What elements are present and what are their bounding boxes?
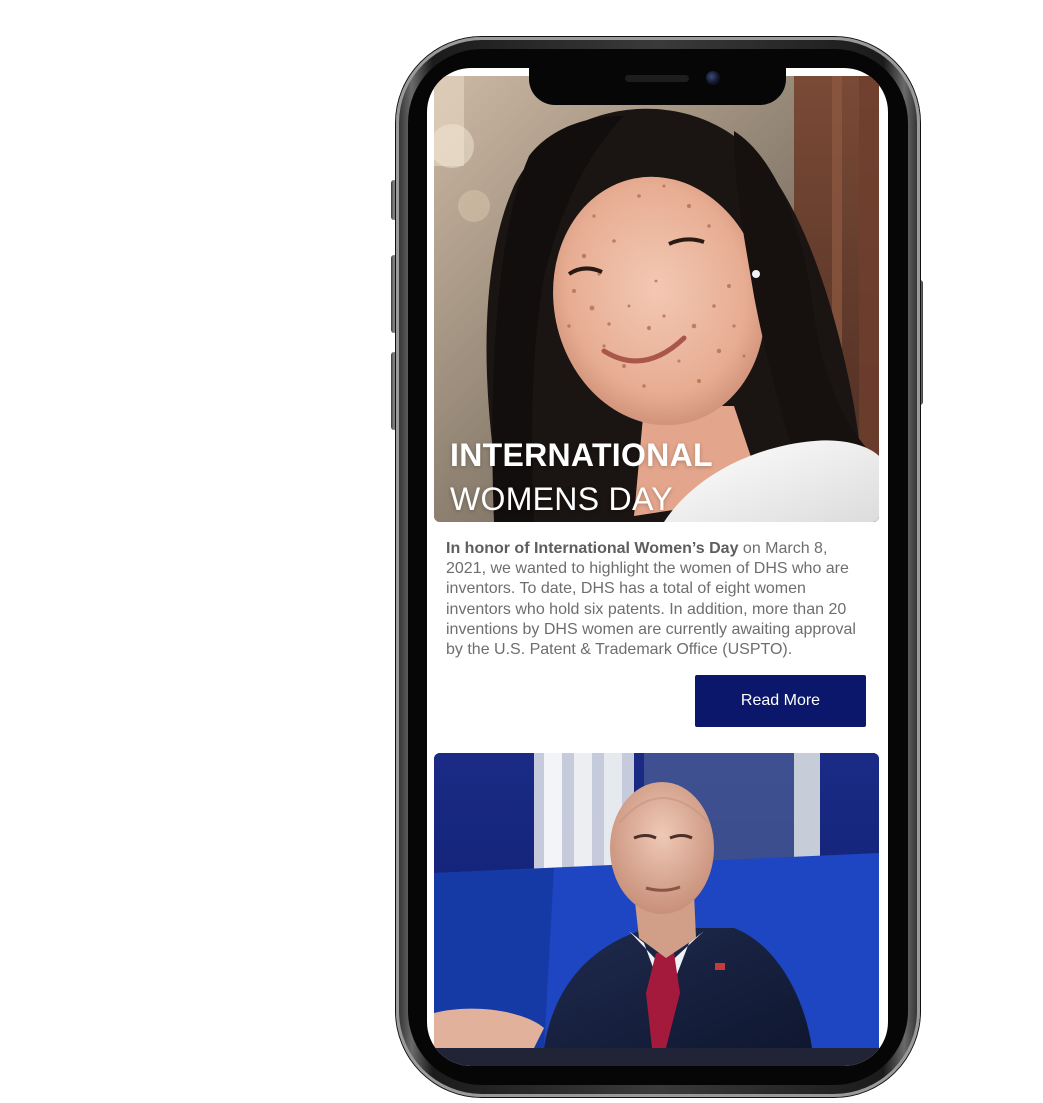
bottom-bar bbox=[427, 1048, 888, 1066]
front-camera-icon bbox=[706, 71, 720, 85]
speaker-grille bbox=[625, 75, 689, 82]
second-card-image[interactable] bbox=[434, 753, 879, 1048]
second-card-photo bbox=[434, 753, 879, 1048]
intro-lead: In honor of International Women’s Day bbox=[446, 540, 739, 557]
hero-title-line1: INTERNATIONAL bbox=[450, 437, 713, 473]
read-more-button[interactable]: Read More bbox=[695, 675, 866, 727]
phone-screen: INTERNATIONAL WOMENS DAY In honor of Int… bbox=[427, 68, 888, 1066]
intro-body: on March 8, 2021, we wanted to highlight… bbox=[446, 540, 856, 659]
phone-notch bbox=[529, 60, 786, 105]
hero-image-card[interactable]: INTERNATIONAL WOMENS DAY bbox=[434, 76, 879, 522]
hero-title-line2: WOMENS DAY bbox=[450, 481, 673, 517]
intro-paragraph: In honor of International Women’s Day on… bbox=[446, 539, 871, 660]
hero-title: INTERNATIONAL WOMENS DAY bbox=[450, 433, 713, 521]
